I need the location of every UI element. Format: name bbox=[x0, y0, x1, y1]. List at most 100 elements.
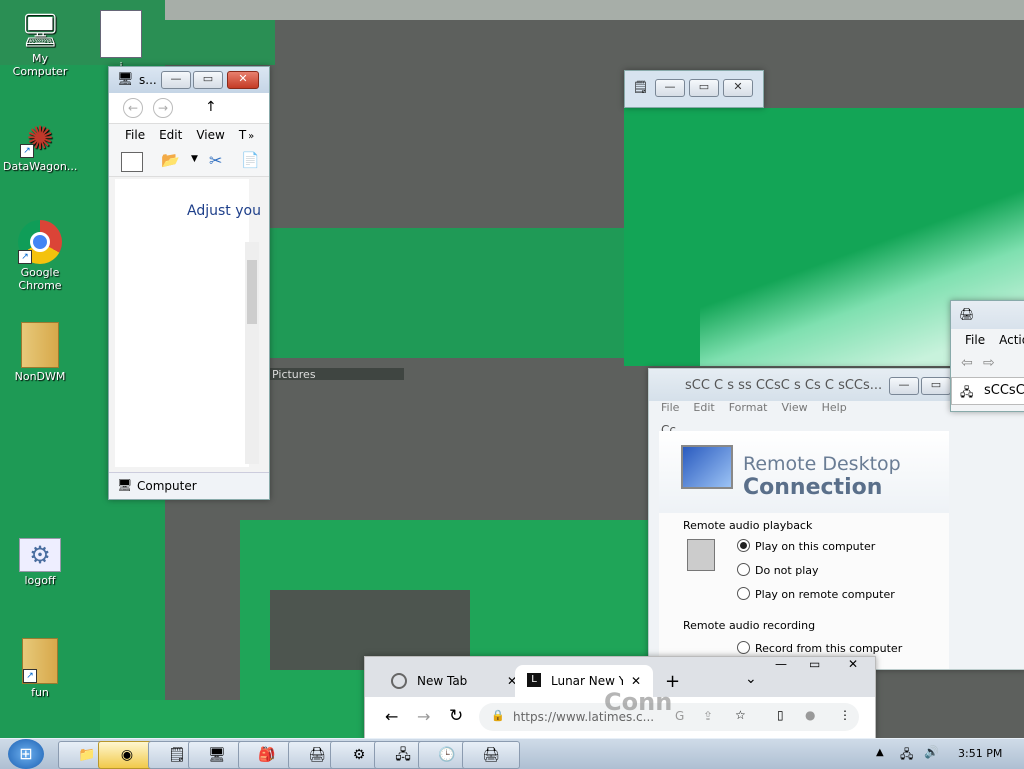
back-arrow-icon[interactable]: ⇦ bbox=[961, 355, 973, 371]
radio-play-on-this-computer[interactable]: Play on this computer bbox=[737, 539, 875, 553]
desktop-green-bottom2 bbox=[100, 700, 370, 738]
radio-do-not-play[interactable]: Do not play bbox=[737, 563, 819, 577]
rdc-title-line1: Remote Desktop bbox=[743, 453, 901, 475]
explorer-menubar: File Edit View T» bbox=[109, 124, 269, 148]
taskbar: ⊞ 📁 ◉ 🗒 🖥 🎒 🖨 ⚙ 🖧 🕒 🖨 ▲ 🖧 🔊 3:51 PM bbox=[0, 738, 1024, 769]
menu-file[interactable]: File bbox=[125, 128, 145, 142]
mmc-icon: 🖨 bbox=[959, 307, 975, 321]
radio-record-from-this-computer[interactable]: Record from this computer bbox=[737, 641, 902, 655]
menu-format[interactable]: Format bbox=[729, 401, 768, 414]
mmc-tab-icon: 🖧 bbox=[960, 385, 974, 399]
reload-icon[interactable]: ↻ bbox=[449, 706, 463, 726]
close-icon[interactable]: ✕ bbox=[631, 674, 641, 688]
menu-tools[interactable]: T bbox=[239, 128, 246, 142]
close-button[interactable]: ✕ bbox=[227, 71, 259, 89]
menu-more-icon[interactable]: » bbox=[248, 131, 254, 142]
desktop-icon-datawagon[interactable]: ✺ ↗ DataWagon... bbox=[3, 118, 77, 173]
desktop-green-mid bbox=[270, 228, 645, 358]
tab-search-icon[interactable]: ⌄ bbox=[745, 671, 757, 687]
network-icon[interactable]: 🖧 bbox=[900, 745, 913, 766]
desktop-top-strip bbox=[165, 0, 1024, 20]
taskbar-scanner[interactable]: 🖨 bbox=[462, 741, 520, 769]
bookmark-star-icon[interactable]: ☆ bbox=[735, 708, 746, 722]
menu-edit[interactable]: Edit bbox=[693, 401, 714, 414]
desktop-icon-fun[interactable]: ↗ fun bbox=[3, 638, 77, 699]
close-button[interactable]: ✕ bbox=[723, 79, 753, 97]
explorer-navbar: ← → ↑ bbox=[109, 93, 269, 124]
start-button[interactable]: ⊞ bbox=[8, 739, 44, 769]
my-computer-icon: 🖥 bbox=[20, 11, 61, 49]
status-text: Computer bbox=[137, 479, 197, 493]
notepad-icon: 🗒 bbox=[633, 80, 649, 94]
menu-kebab-icon[interactable]: ⋮ bbox=[839, 708, 851, 722]
desktop-icon-logoff[interactable]: ⚙ logoff bbox=[3, 538, 77, 587]
menu-view[interactable]: View bbox=[196, 128, 224, 142]
layout-pane-icon[interactable] bbox=[121, 152, 143, 172]
mmc-menubar: File Actio bbox=[951, 329, 1024, 353]
gear-icon: ⚙ bbox=[19, 538, 61, 572]
up-arrow-icon[interactable]: ↑ bbox=[205, 99, 217, 115]
explorer-content: Adjust you bbox=[115, 179, 261, 467]
tab-label: Lunar New Ye bbox=[551, 674, 623, 688]
rdc-header: Remote Desktop Connection bbox=[659, 431, 949, 513]
rdc-panel: Remote Desktop Connection Remote audio p… bbox=[659, 431, 949, 669]
desktop-icon-label: Google Chrome bbox=[18, 266, 62, 292]
lock-icon: 🔒 bbox=[491, 709, 505, 722]
menu-view[interactable]: View bbox=[782, 401, 808, 414]
menu-action[interactable]: Actio bbox=[999, 333, 1024, 347]
mmc-titlebar[interactable]: 🖨 bbox=[951, 301, 1024, 329]
mmc-tab[interactable]: 🖧 sCCsC bbox=[951, 377, 1024, 405]
tab-label: New Tab bbox=[417, 674, 468, 688]
desktop-icon-nondwm[interactable]: NonDWM bbox=[3, 322, 77, 383]
maximize-button[interactable]: ▭ bbox=[193, 71, 223, 89]
maximize-button[interactable]: ▭ bbox=[921, 377, 951, 395]
side-panel-icon[interactable]: ▯ bbox=[777, 708, 784, 722]
computer-icon: 🖥 bbox=[117, 478, 133, 492]
properties-icon[interactable]: 📂 bbox=[161, 151, 180, 169]
back-arrow-icon[interactable]: ← bbox=[123, 98, 143, 118]
forward-arrow-icon[interactable]: ⇨ bbox=[983, 355, 995, 371]
explorer-content-text: Adjust you bbox=[187, 203, 261, 219]
forward-arrow-icon[interactable]: → bbox=[153, 98, 173, 118]
desktop-icon-js-file[interactable]: j bbox=[84, 10, 158, 73]
folder-icon: ↗ bbox=[22, 638, 58, 684]
minimize-button[interactable]: — bbox=[889, 377, 919, 395]
copy-icon[interactable]: 📄 bbox=[241, 151, 260, 169]
rdc-monitor-icon bbox=[681, 445, 733, 489]
chrome-icon: ↗ bbox=[18, 220, 62, 264]
explorer-scrollbar[interactable] bbox=[245, 242, 259, 464]
dropdown-arrow-icon[interactable]: ▼ bbox=[191, 154, 198, 164]
profile-avatar-icon[interactable]: ● bbox=[805, 708, 815, 722]
minimize-button[interactable]: — bbox=[655, 79, 685, 97]
desktop-icon-my-computer[interactable]: 🖥 My Computer bbox=[3, 10, 77, 78]
radio-play-on-remote-computer[interactable]: Play on remote computer bbox=[737, 587, 895, 601]
explorer-titlebar[interactable]: 🖥 s... — ▭ ✕ bbox=[109, 67, 269, 93]
window-maximize-icon[interactable]: ▭ bbox=[809, 657, 820, 671]
forward-arrow-icon[interactable]: → bbox=[417, 707, 430, 726]
js-file-icon bbox=[100, 10, 142, 58]
back-arrow-icon[interactable]: ← bbox=[385, 707, 398, 726]
clock[interactable]: 3:51 PM bbox=[958, 747, 1002, 760]
menu-help[interactable]: Help bbox=[822, 401, 847, 414]
tray-expand-icon[interactable]: ▲ bbox=[876, 747, 884, 758]
rdc-recording-heading: Remote audio recording bbox=[683, 619, 816, 632]
menu-edit[interactable]: Edit bbox=[159, 128, 182, 142]
menu-file[interactable]: File bbox=[965, 333, 985, 347]
window-minimize-icon[interactable]: — bbox=[775, 657, 787, 671]
window-close-icon[interactable]: ✕ bbox=[835, 657, 871, 671]
volume-icon[interactable]: 🔊 bbox=[924, 745, 939, 759]
mmc-tab-label: sCCsC bbox=[984, 383, 1024, 398]
chrome-tab-new-tab[interactable]: New Tab ✕ bbox=[379, 669, 519, 695]
scroll-thumb[interactable] bbox=[247, 260, 257, 324]
minimize-button[interactable]: — bbox=[161, 71, 191, 89]
desktop-icon-chrome[interactable]: ↗ Google Chrome bbox=[3, 220, 77, 292]
share-icon[interactable]: ⇪ bbox=[703, 709, 713, 723]
google-icon[interactable]: G bbox=[675, 709, 684, 723]
ghost-pictures-label: Pictures bbox=[270, 368, 404, 381]
explorer-window: 🖥 s... — ▭ ✕ ← → ↑ File Edit View T» 📂 ▼ ✂ … bbox=[108, 66, 270, 500]
maximize-button[interactable]: ▭ bbox=[689, 79, 719, 97]
menu-file[interactable]: File bbox=[661, 401, 679, 414]
mmc-toolbar: ⇦ ⇨ bbox=[951, 353, 1024, 377]
rdc-playback-heading: Remote audio playback bbox=[683, 519, 813, 532]
cut-icon[interactable]: ✂ bbox=[209, 151, 222, 170]
